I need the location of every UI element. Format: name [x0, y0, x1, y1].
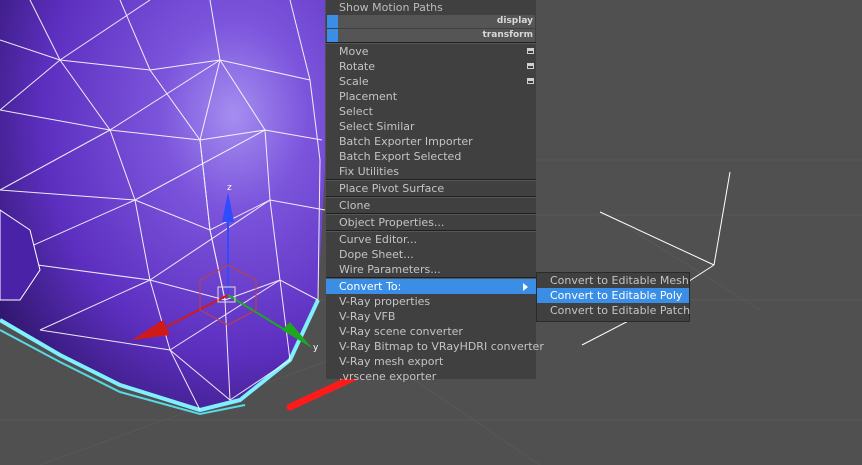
display-header-label: display — [496, 16, 533, 26]
submenu-item-editable-patch[interactable]: Convert to Editable Patch — [537, 303, 690, 318]
menu-item-label: Rotate — [339, 60, 376, 73]
menu-item-select-similar[interactable]: Select Similar — [326, 119, 536, 134]
submenu-arrow-icon — [523, 283, 528, 291]
menu-item-select[interactable]: Select — [326, 104, 536, 119]
menu-item-scale[interactable]: Scale — [326, 74, 536, 89]
menu-item-show-motion-paths[interactable]: Show Motion Paths — [326, 0, 536, 15]
menu-item-vray-properties[interactable]: V-Ray properties — [326, 294, 536, 309]
transform-header-label: transform — [482, 30, 534, 40]
settings-box-icon[interactable] — [527, 78, 534, 84]
menu-item-label: Move — [339, 45, 369, 58]
submenu-item-editable-poly[interactable]: Convert to Editable Poly — [537, 288, 689, 303]
z-axis-label: z — [227, 183, 232, 193]
quad-menu: Show Motion Paths display transform Move… — [326, 0, 544, 383]
y-axis-label: y — [313, 343, 319, 353]
menu-item-label: Convert To: — [339, 280, 402, 293]
menu-item-fix-utilities[interactable]: Fix Utilities — [326, 164, 536, 179]
menu-item-placement[interactable]: Placement — [326, 89, 536, 104]
display-section-header: display — [327, 15, 535, 28]
menu-item-rotate[interactable]: Rotate — [326, 59, 536, 74]
menu-item-batch-export-selected[interactable]: Batch Export Selected — [326, 149, 536, 164]
menu-item-batch-exporter-importer[interactable]: Batch Exporter Importer — [326, 134, 536, 149]
menu-item-dope-sheet[interactable]: Dope Sheet... — [326, 247, 536, 262]
submenu-item-editable-mesh[interactable]: Convert to Editable Mesh — [537, 273, 689, 288]
settings-box-icon[interactable] — [527, 63, 534, 69]
settings-box-icon[interactable] — [527, 48, 534, 54]
menu-item-vray-scene-converter[interactable]: V-Ray scene converter — [326, 324, 536, 339]
menu-item-vray-bitmap-converter[interactable]: V-Ray Bitmap to VRayHDRI converter — [326, 339, 544, 354]
menu-item-place-pivot-surface[interactable]: Place Pivot Surface — [326, 181, 536, 196]
menu-item-convert-to[interactable]: Convert To: — [326, 279, 536, 294]
convert-to-submenu: Convert to Editable Mesh Convert to Edit… — [536, 272, 690, 322]
menu-item-wire-parameters[interactable]: Wire Parameters... — [326, 262, 536, 277]
transform-section-header: transform — [327, 29, 535, 42]
menu-item-vray-mesh-export[interactable]: V-Ray mesh export — [326, 354, 536, 369]
menu-item-curve-editor[interactable]: Curve Editor... — [326, 232, 536, 247]
menu-item-vray-vfb[interactable]: V-Ray VFB — [326, 309, 536, 324]
menu-item-clone[interactable]: Clone — [326, 198, 536, 213]
menu-item-vrscene-exporter[interactable]: .vrscene exporter — [326, 369, 536, 384]
display-color-swatch — [327, 15, 338, 28]
menu-item-object-properties[interactable]: Object Properties... — [326, 215, 536, 230]
menu-item-move[interactable]: Move — [326, 44, 536, 59]
mesh-object[interactable] — [0, 0, 326, 416]
transform-color-swatch — [327, 29, 338, 42]
menu-item-label: Scale — [339, 75, 369, 88]
